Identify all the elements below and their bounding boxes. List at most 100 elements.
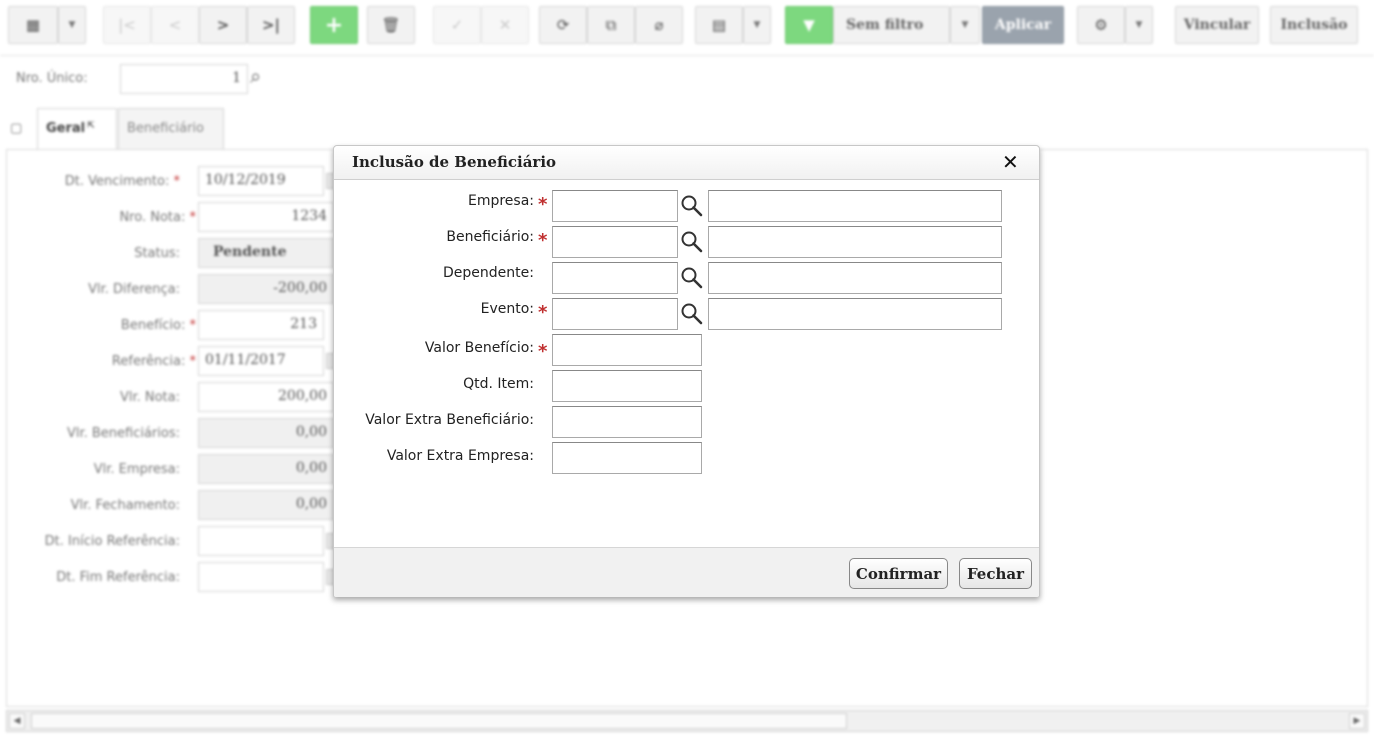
chevron-down-icon: ▼: [961, 20, 969, 30]
event-code-input[interactable]: [552, 298, 678, 330]
previous-record-button[interactable]: <: [151, 6, 199, 44]
chevron-down-icon: ▼: [1135, 20, 1143, 30]
save-button[interactable]: ✓: [433, 6, 481, 44]
check-icon: ✓: [450, 16, 464, 34]
link-button-label: Vincular: [1183, 17, 1251, 33]
trash-icon: 🗑: [381, 16, 401, 34]
benefit-value-label: Valor Benefício:: [424, 340, 534, 356]
cancel-button[interactable]: ✕: [481, 6, 529, 44]
settings-dropdown[interactable]: ▼: [1125, 6, 1153, 44]
insert-button-label: Inclusão: [1280, 17, 1348, 33]
closing-value-field: 0,00: [198, 490, 334, 520]
grid-view-dropdown[interactable]: ▼: [58, 6, 86, 44]
search-icon[interactable]: [680, 266, 704, 290]
previous-icon: <: [168, 16, 182, 34]
filter-button[interactable]: ▼: [785, 6, 833, 44]
search-icon[interactable]: [680, 194, 704, 218]
invoice-number-field[interactable]: 1234: [198, 202, 334, 232]
dependent-description-input[interactable]: [708, 262, 1002, 294]
field-label-box: Valor Benefício:: [334, 340, 534, 360]
dialog-header: Inclusão de Beneficiário ✕: [334, 146, 1039, 180]
invoice-value-field[interactable]: 200,00: [198, 382, 334, 412]
filter-dropdown[interactable]: ▼: [950, 6, 980, 44]
benefit-field[interactable]: 213: [198, 310, 324, 340]
record-id-field[interactable]: 1: [120, 64, 248, 94]
field-label-box: Valor Extra Empresa:: [334, 448, 534, 468]
delete-record-button[interactable]: 🗑: [367, 6, 415, 44]
search-icon[interactable]: ⌕: [250, 64, 261, 88]
close-icon[interactable]: ✕: [1002, 150, 1019, 174]
status-field: Pendente: [198, 238, 334, 268]
close-button[interactable]: Fechar: [959, 558, 1032, 589]
report-dropdown[interactable]: ▼: [743, 6, 771, 44]
link-button[interactable]: Vincular: [1175, 6, 1259, 44]
next-record-button[interactable]: >: [199, 6, 247, 44]
attach-button[interactable]: ⌀: [635, 6, 683, 44]
extra-company-value-input[interactable]: [552, 442, 702, 474]
tab-beneficiario-label: Beneficiário: [127, 121, 204, 136]
filter-select-value: Sem filtro: [846, 17, 924, 33]
reference-end-date-field[interactable]: [198, 562, 324, 592]
settings-button[interactable]: ⚙: [1077, 6, 1125, 44]
scrollbar-thumb[interactable]: [31, 713, 847, 729]
search-icon[interactable]: [680, 302, 704, 326]
search-icon[interactable]: [680, 230, 704, 254]
field-label-box: Dependente:: [334, 265, 534, 285]
field-label: Vlr. Beneficiários:: [66, 426, 180, 441]
company-description-input[interactable]: [708, 190, 1002, 222]
field-label: Referência: *: [111, 354, 196, 369]
due-date-field[interactable]: 10/12/2019: [198, 166, 324, 196]
field-label: Vlr. Empresa:: [93, 462, 180, 477]
copy-button[interactable]: ⧉: [587, 6, 635, 44]
event-description-input[interactable]: [708, 298, 1002, 330]
benefit-value-input[interactable]: [552, 334, 702, 366]
last-icon: >|: [261, 16, 281, 34]
dependent-code-input[interactable]: [552, 262, 678, 294]
next-icon: >: [216, 16, 230, 34]
company-label: Empresa:: [467, 193, 534, 209]
extra-beneficiary-value-input[interactable]: [552, 406, 702, 438]
tab-geral[interactable]: Geral ⇱: [37, 108, 117, 150]
popout-icon[interactable]: ⇱: [87, 121, 95, 131]
apply-filter-button[interactable]: Aplicar: [982, 6, 1064, 44]
last-record-button[interactable]: >|: [247, 6, 295, 44]
item-quantity-input[interactable]: [552, 370, 702, 402]
field-label-box: Beneficiário:: [334, 229, 534, 249]
document-icon: ▤: [711, 16, 727, 34]
reference-field[interactable]: 01/11/2017: [198, 346, 324, 376]
grid-icon: ▦: [25, 16, 41, 34]
tab-beneficiario[interactable]: Beneficiário: [118, 108, 224, 150]
required-marker: *: [538, 194, 548, 215]
reference-start-date-field[interactable]: [198, 526, 324, 556]
report-button[interactable]: ▤: [695, 6, 743, 44]
window-icon[interactable]: ▢: [10, 121, 22, 136]
first-record-button[interactable]: |<: [103, 6, 151, 44]
required-marker: *: [538, 341, 548, 362]
field-label: Dt. Fim Referência:: [56, 570, 180, 585]
field-label: Vlr. Diferença:: [88, 282, 180, 297]
tab-geral-label: Geral: [46, 121, 86, 136]
add-record-button[interactable]: +: [310, 6, 358, 44]
first-icon: |<: [118, 16, 136, 34]
confirm-button[interactable]: Confirmar: [849, 558, 948, 589]
beneficiary-code-input[interactable]: [552, 226, 678, 258]
insert-button[interactable]: Inclusão: [1270, 6, 1358, 44]
beneficiary-label: Beneficiário:: [446, 229, 534, 245]
refresh-button[interactable]: ⟳: [539, 6, 587, 44]
horizontal-scrollbar[interactable]: ◀ ▶: [6, 710, 1368, 732]
company-code-input[interactable]: [552, 190, 678, 222]
field-label: Status:: [134, 246, 180, 261]
beneficiary-description-input[interactable]: [708, 226, 1002, 258]
copy-icon: ⧉: [605, 16, 617, 34]
grid-view-button[interactable]: ▦: [8, 6, 58, 44]
filter-select[interactable]: Sem filtro: [833, 6, 950, 44]
field-label: Benefício: *: [120, 318, 196, 333]
chevron-down-icon: ▼: [753, 20, 761, 30]
scroll-left-arrow[interactable]: ◀: [9, 713, 25, 729]
scroll-right-arrow[interactable]: ▶: [1349, 713, 1365, 729]
required-marker: *: [538, 302, 548, 323]
dialog-footer: Confirmar Fechar: [334, 547, 1039, 597]
event-label: Evento:: [480, 301, 534, 317]
dependent-label: Dependente:: [443, 265, 534, 281]
field-label-box: Qtd. Item:: [334, 376, 534, 396]
